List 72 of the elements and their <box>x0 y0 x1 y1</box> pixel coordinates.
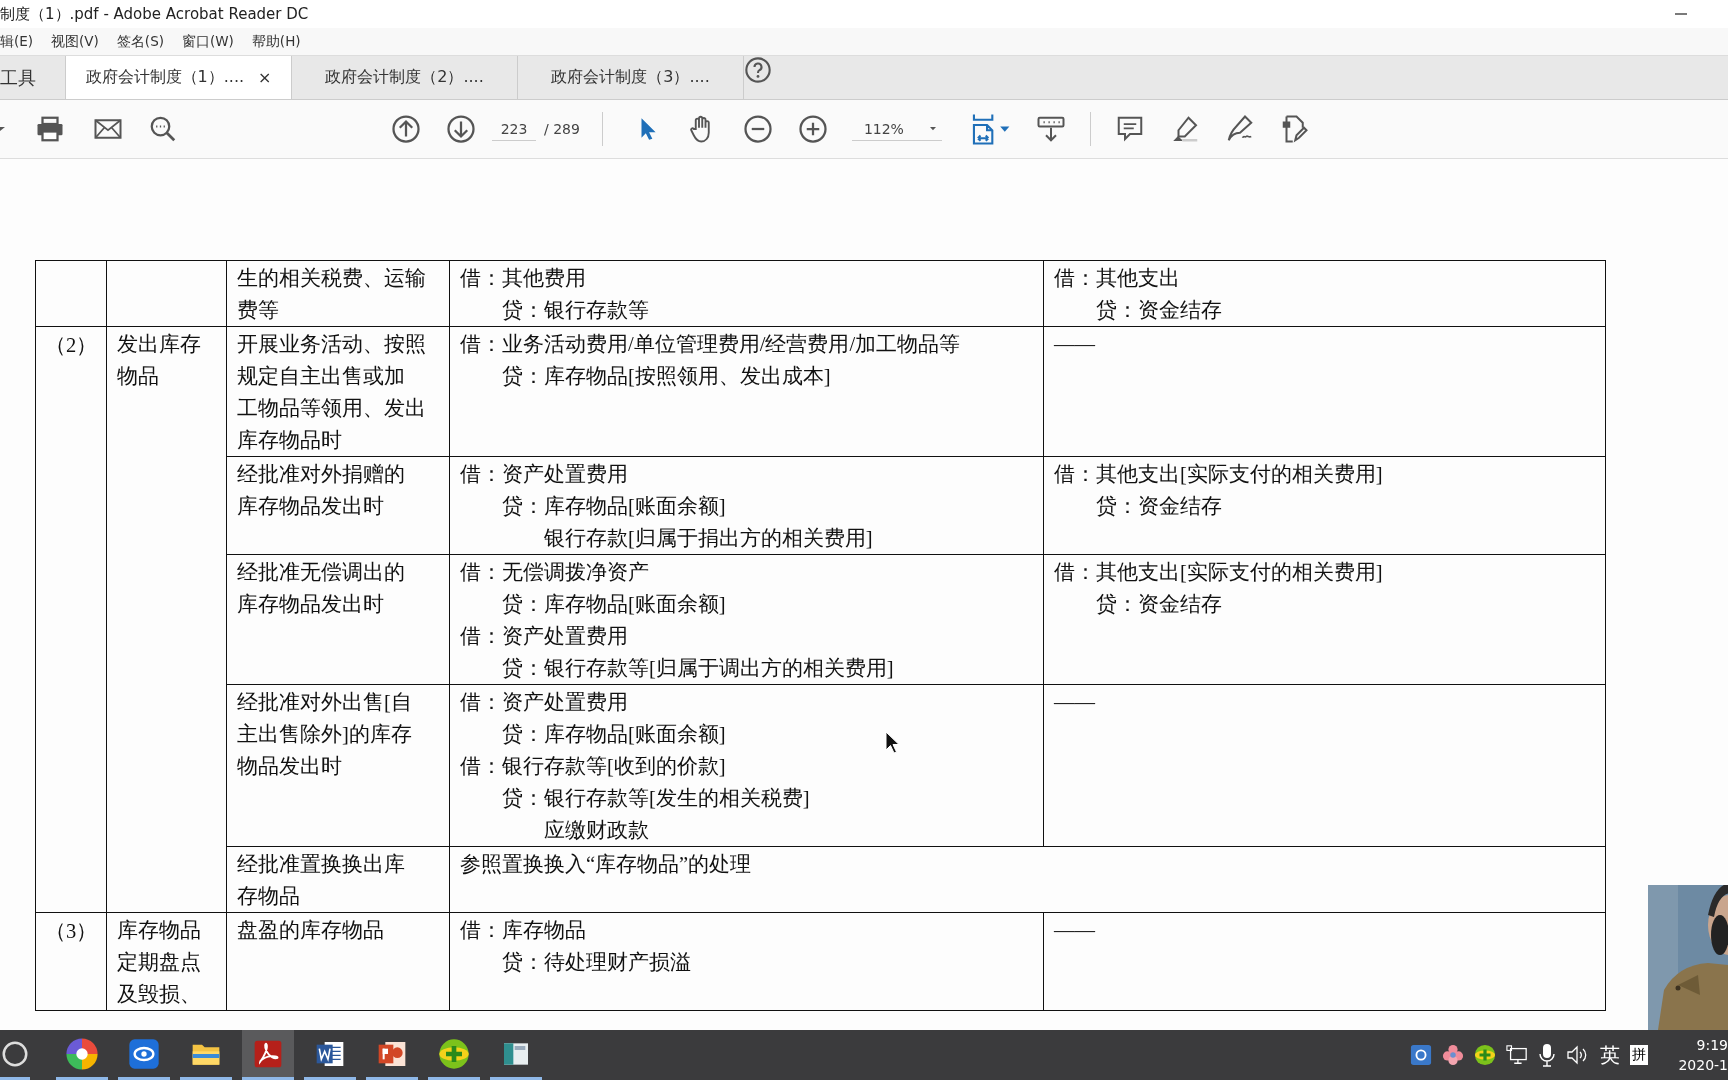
clock-date[interactable]: 2020-1 <box>1678 1055 1728 1075</box>
plus-app-icon[interactable] <box>1474 1044 1497 1066</box>
eye-app-icon[interactable] <box>1410 1044 1433 1066</box>
help-icon[interactable] <box>744 56 772 84</box>
menu-item[interactable]: 窗口(W) <box>181 32 234 51</box>
category-text: 库存物品 定期盘点 及毁损、 <box>117 918 201 1007</box>
entry-line: 借：其他费用 <box>460 266 586 291</box>
entry-line: 贷：库存物品[按照领用、发出成本] <box>502 364 831 389</box>
entry-line: —— <box>1054 690 1095 715</box>
entry-line: 贷：库存物品[账面余额] <box>502 592 726 617</box>
entry-line: 贷：库存物品[账面余额] <box>502 722 726 747</box>
entry-line: 贷：库存物品[账面余额] <box>502 494 726 519</box>
tab[interactable]: 政府会计制度（1）.... × <box>66 56 292 99</box>
entry-line: 借：资产处置费用 <box>460 690 628 715</box>
window-title: 制度（1）.pdf - Adobe Acrobat Reader DC <box>0 4 310 24</box>
caret-icon[interactable] <box>929 125 936 132</box>
close-tab-button[interactable]: × <box>258 68 272 87</box>
entry-line: —— <box>1054 332 1095 357</box>
situation-text: 开展业务活动、按照 规定自主出售或加 工物品等领用、发出 库存物品时 <box>237 332 426 453</box>
entry-line: 借：无偿调拨净资产 <box>460 560 649 585</box>
situation-text: 经批准对外出售[自 主出售除外]的库存 物品发出时 <box>237 690 412 779</box>
entry-line: 借：业务活动费用/单位管理费用/经营费用/加工物品等 <box>460 332 961 357</box>
entry-line: 银行存款[归属于捐出方的相关费用] <box>544 526 873 551</box>
situation-text: 经批准对外捐赠的 库存物品发出时 <box>237 462 405 519</box>
menu-item[interactable]: 视图(V) <box>51 32 99 51</box>
category-text: 发出库存 物品 <box>117 332 201 389</box>
page-count: / 289 <box>544 121 580 137</box>
entry-line: —— <box>1054 918 1095 943</box>
entry-line: 贷：银行存款等[发生的相关税费] <box>502 786 810 811</box>
microphone-icon[interactable] <box>1538 1043 1557 1067</box>
mouse-pointer-icon <box>885 731 901 755</box>
plus-app-icon[interactable] <box>438 1037 470 1070</box>
zoom-in-icon[interactable] <box>797 114 828 144</box>
situation-text: 经批准无偿调出的 库存物品发出时 <box>237 560 405 617</box>
entry-line: 借：其他支出 <box>1054 266 1180 291</box>
pinwheel-icon[interactable] <box>65 1036 99 1071</box>
reference-text: 参照置换换入“库存物品”的处理 <box>460 852 752 877</box>
entry-line: 借：库存物品 <box>460 918 586 943</box>
entry-line: 借：其他支出[实际支付的相关费用] <box>1054 462 1383 487</box>
entry-line: 借：银行存款等[收到的价款] <box>460 754 726 779</box>
row-number: （2） <box>44 334 98 356</box>
entry-line: 借：资产处置费用 <box>460 462 628 487</box>
entry-line: 贷：资金结存 <box>1096 494 1222 519</box>
entry-line: 借：资产处置费用 <box>460 624 628 649</box>
row-number: （3） <box>44 920 98 942</box>
input-method-indicator[interactable]: 拼 <box>1630 1045 1649 1065</box>
flower-icon[interactable] <box>1442 1044 1465 1066</box>
zoom-out-icon[interactable] <box>742 114 773 144</box>
situation-text: 盘盈的库存物品 <box>237 918 384 943</box>
zoom-dropdown[interactable]: 112% <box>851 117 942 141</box>
entry-line: 贷：待处理财产损溢 <box>502 950 691 975</box>
tab[interactable]: 工具 <box>0 56 66 99</box>
entry-line: 贷：资金结存 <box>1096 592 1222 617</box>
situation-text: 生的相关税费、运输 费等 <box>237 266 426 323</box>
clock-time[interactable]: 9:19 <box>1696 1035 1728 1055</box>
page-number-field[interactable]: 223 <box>492 117 536 141</box>
print-icon[interactable] <box>35 114 65 144</box>
entry-line: 贷：银行存款等 <box>502 298 649 323</box>
taskbar-button[interactable] <box>242 1030 294 1080</box>
eye-app-icon[interactable] <box>128 1037 160 1070</box>
menu-item[interactable]: 帮助(H) <box>251 32 301 51</box>
network-icon[interactable] <box>1506 1044 1529 1066</box>
menu-item[interactable]: 签名(S) <box>116 32 164 51</box>
entry-line: 应缴财政款 <box>544 818 649 843</box>
entry-line: 借：其他支出[实际支付的相关费用] <box>1054 560 1383 585</box>
entry-line: 贷：银行存款等[归属于调出方的相关费用] <box>502 656 894 681</box>
situation-text: 经批准置换换出库 存物品 <box>237 852 405 909</box>
entry-line: 贷：资金结存 <box>1096 298 1222 323</box>
menu-item[interactable]: 辑(E) <box>0 32 34 51</box>
scroll-down-icon[interactable] <box>1035 114 1066 144</box>
search-icon[interactable] <box>148 114 178 144</box>
language-indicator[interactable]: 英 <box>1600 1041 1621 1069</box>
